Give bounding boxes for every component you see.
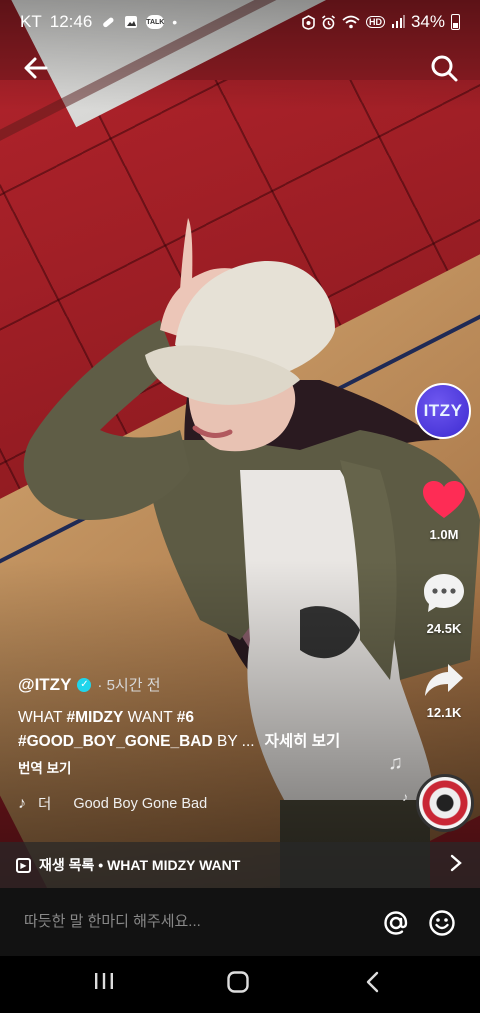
playlist-icon: ▶ [16,857,31,873]
sound-prefix: 더 [38,797,52,813]
status-bar: KT 12:46 TALK • HD 34% [0,0,480,44]
recent-apps-icon [95,973,113,989]
author-handle[interactable]: @ITZY [18,675,71,695]
wifi-icon [342,15,360,29]
back-button[interactable] [20,52,52,84]
link-icon [100,14,116,30]
arrow-left-icon [24,57,48,79]
heart-icon [423,481,465,518]
playlist-label: 재생 목록 • WHAT MIDZY WANT [39,857,241,873]
like-count: 1.0M [429,527,459,542]
comment-count: 24.5K [426,621,462,636]
hashtag-good-boy-gone-bad[interactable]: #GOOD_BOY_GONE_BAD [18,733,213,750]
caption-text: WHAT #MIDZY WANT #6 #GOOD_BOY_GONE_BAD B… [18,706,398,754]
battery-percent: 34% [410,12,445,31]
sound-row[interactable]: ♪ 더 Good Boy Gone Bad [18,793,207,814]
comment-bubble-icon [424,574,464,612]
kakaotalk-icon: TALK [146,15,164,29]
smiley-icon [429,910,455,936]
hashtag-midzy[interactable]: #MIDZY [67,709,124,726]
post-time: · 5시간 전 [97,677,161,694]
home-icon [227,971,249,993]
hashtag-6[interactable]: #6 [177,709,194,726]
avatar-label: ITZY [423,401,463,420]
lock-app-icon [302,14,315,30]
signal-icon [391,15,405,29]
see-more-link[interactable]: 자세히 보기 [265,733,341,750]
playlist-bar[interactable]: ▶ 재생 목록 • WHAT MIDZY WANT [0,842,480,888]
chevron-left-icon [366,971,379,993]
video-frame[interactable] [0,0,480,890]
search-icon [431,55,458,82]
share-button[interactable]: 12.1K [412,662,476,720]
music-note-small-icon: ♪ [402,790,408,804]
hd-voice-badge: HD [365,16,385,28]
system-nav-bar [0,956,480,1013]
gallery-icon [124,15,138,29]
like-button[interactable]: 1.0M [412,480,476,542]
home-button[interactable] [226,970,250,999]
carrier-label: KT [20,12,42,31]
music-note-icon: ♪ [18,794,26,812]
comment-input[interactable]: 따듯한 말 한마디 해주세요... [24,910,364,931]
recent-apps-button[interactable] [93,970,115,997]
comment-bar: 따듯한 말 한마디 해주세요... [0,888,480,956]
creator-avatar[interactable]: ITZY [415,383,471,439]
battery-icon [451,14,460,30]
translate-link[interactable]: 번역 보기 [18,757,71,777]
system-back-button[interactable] [364,970,382,999]
status-right: HD 34% [302,12,460,32]
caption-text-part: WANT [123,709,177,726]
clock: 12:46 [49,12,93,31]
verified-icon: ✓ [77,677,92,692]
share-count: 12.1K [426,705,462,720]
emoji-button[interactable] [428,909,456,937]
caption-text-part: BY ... [212,733,255,750]
sound-disc[interactable] [416,774,474,832]
search-button[interactable] [428,52,460,84]
music-note-icon: ♫ [388,752,403,774]
alarm-icon [321,14,336,30]
chevron-right-icon [450,854,462,877]
comment-button[interactable]: 24.5K [412,572,476,636]
more-notifications-dot: • [172,14,178,30]
author-row: @ITZY ✓ · 5시간 전 [18,674,161,695]
sound-title: Good Boy Gone Bad [73,795,208,812]
mention-button[interactable] [382,909,410,937]
at-sign-icon [384,911,408,935]
caption-text-part: WHAT [18,709,67,726]
status-left: KT 12:46 TALK • [20,12,177,32]
share-arrow-icon [425,664,463,696]
